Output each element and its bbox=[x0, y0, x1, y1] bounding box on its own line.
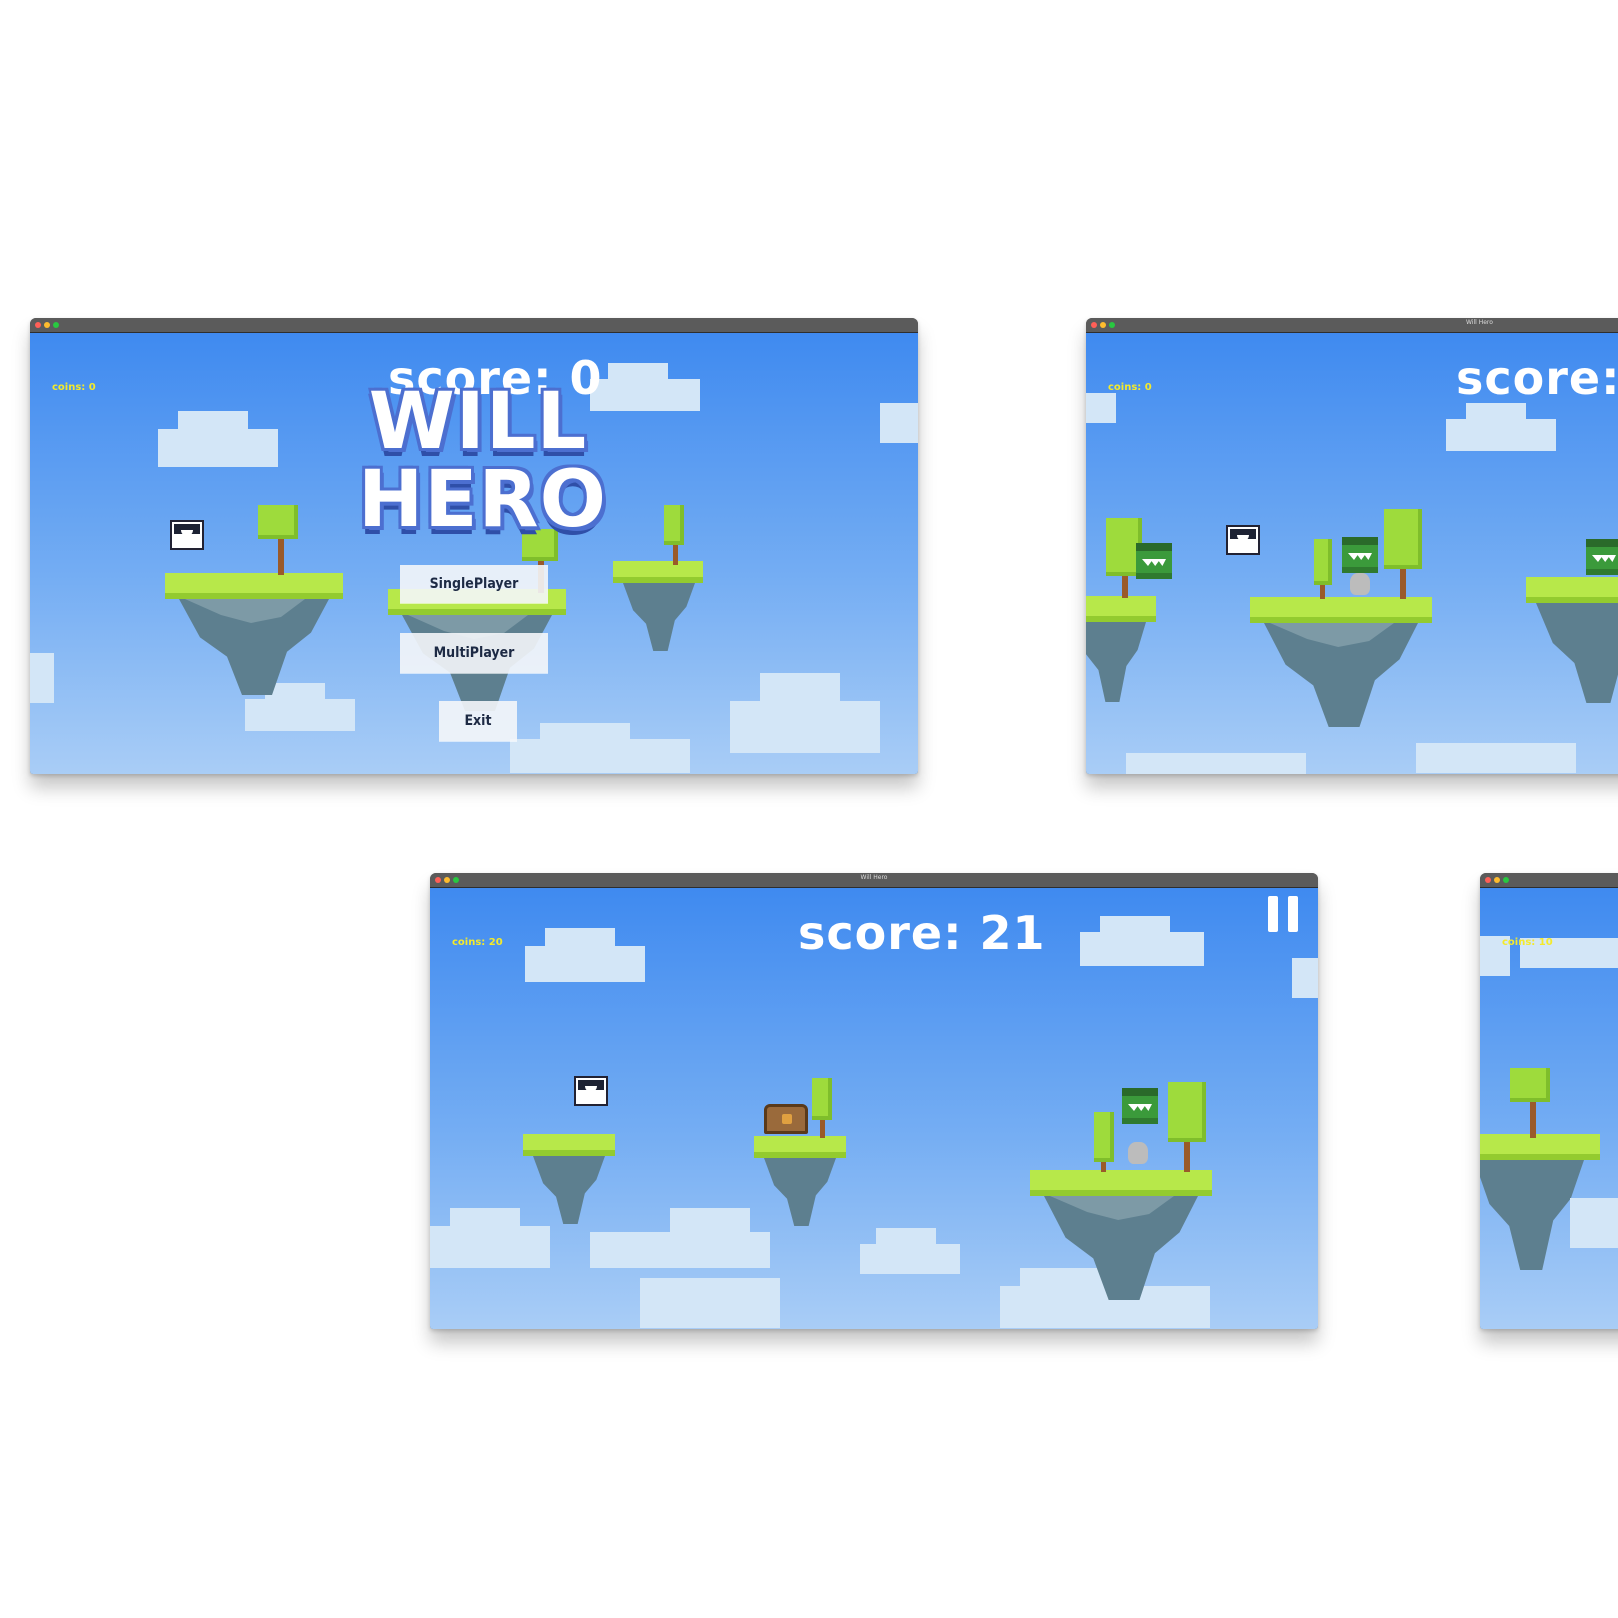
cloud-icon bbox=[525, 928, 645, 982]
cloud-icon bbox=[590, 363, 700, 411]
coins-counter: coins: 0 bbox=[1108, 382, 1152, 393]
score-display: score: 21 bbox=[798, 906, 1046, 960]
cloud-icon bbox=[1126, 743, 1306, 774]
minimize-icon[interactable] bbox=[1494, 877, 1500, 883]
cloud-icon bbox=[1292, 958, 1318, 998]
floating-island bbox=[613, 561, 703, 651]
close-icon[interactable] bbox=[35, 322, 41, 328]
coins-counter: coins: 0 bbox=[52, 382, 96, 393]
game-scene: coins: 10 bbox=[1480, 888, 1618, 1329]
tree-icon bbox=[812, 1078, 834, 1138]
coin-sack-icon bbox=[1128, 1142, 1148, 1164]
cloud-icon bbox=[880, 403, 918, 443]
game-window-c: coins: 10 bbox=[1480, 873, 1618, 1329]
title-bar: Will Hero bbox=[430, 873, 1318, 888]
singleplayer-button[interactable]: SinglePlayer bbox=[400, 565, 548, 603]
cloud-icon bbox=[1416, 733, 1576, 773]
window-title: Will Hero bbox=[860, 874, 888, 881]
cloud-icon bbox=[1446, 403, 1556, 451]
cloud-icon bbox=[640, 1268, 780, 1328]
floating-island bbox=[165, 573, 343, 695]
game-logo: WILL HERO bbox=[358, 377, 607, 545]
coin-sack-icon bbox=[1350, 573, 1370, 595]
tree-icon bbox=[1094, 1112, 1114, 1172]
floating-island bbox=[754, 1136, 846, 1226]
tree-icon bbox=[1314, 539, 1332, 599]
orc-icon bbox=[1342, 537, 1378, 573]
tree-icon bbox=[1168, 1082, 1210, 1172]
cloud-icon bbox=[1086, 393, 1116, 423]
game-scene: coins: 20 score: 21 bbox=[430, 888, 1318, 1329]
cloud-icon bbox=[590, 1208, 770, 1268]
close-icon[interactable] bbox=[1091, 322, 1097, 328]
floating-island bbox=[1030, 1170, 1212, 1300]
cloud-icon bbox=[30, 653, 54, 703]
floating-island bbox=[523, 1134, 615, 1224]
cloud-icon bbox=[510, 723, 690, 773]
menu-window: coins: 0 score: 0 WILL HERO SinglePlayer… bbox=[30, 318, 918, 774]
cloud-icon bbox=[730, 673, 880, 753]
game-window-b: Will Hero coins: 20 score: 21 bbox=[430, 873, 1318, 1329]
cloud-icon bbox=[1520, 928, 1618, 968]
window-title: Will Hero bbox=[1466, 319, 1493, 326]
cloud-icon bbox=[1080, 916, 1204, 966]
orc-icon bbox=[1586, 539, 1618, 575]
floating-island bbox=[1250, 597, 1432, 727]
game-scene: coins: 0 score: bbox=[1086, 333, 1618, 774]
title-bar: Will Hero bbox=[1086, 318, 1618, 333]
coins-counter: coins: 20 bbox=[452, 937, 503, 948]
pause-icon bbox=[1268, 896, 1278, 932]
game-scene: coins: 0 score: 0 WILL HERO SinglePlayer… bbox=[30, 333, 918, 774]
cloud-icon bbox=[860, 1228, 960, 1274]
orc-icon bbox=[1122, 1088, 1158, 1124]
coins-counter: coins: 10 bbox=[1502, 937, 1553, 948]
minimize-icon[interactable] bbox=[44, 322, 50, 328]
hero-icon bbox=[574, 1076, 608, 1106]
tree-icon bbox=[664, 505, 688, 565]
logo-line-1: WILL bbox=[368, 377, 588, 467]
multiplayer-button[interactable]: MultiPlayer bbox=[400, 633, 548, 673]
title-bar bbox=[1480, 873, 1618, 888]
score-display: score: bbox=[1456, 351, 1618, 405]
floating-island bbox=[1526, 577, 1618, 707]
maximize-icon[interactable] bbox=[53, 322, 59, 328]
title-bar bbox=[30, 318, 918, 333]
orc-icon bbox=[1136, 543, 1172, 579]
hero-icon bbox=[170, 520, 204, 550]
logo-line-2: HERO bbox=[358, 455, 607, 545]
cloud-icon bbox=[158, 411, 278, 467]
maximize-icon[interactable] bbox=[1503, 877, 1509, 883]
minimize-icon[interactable] bbox=[1100, 322, 1106, 328]
pause-button[interactable] bbox=[1268, 896, 1300, 932]
exit-button[interactable]: Exit bbox=[439, 701, 517, 741]
floating-island bbox=[1086, 596, 1156, 706]
tree-icon bbox=[1384, 509, 1426, 599]
close-icon[interactable] bbox=[1485, 877, 1491, 883]
game-window-a: Will Hero coins: 0 score: bbox=[1086, 318, 1618, 774]
tree-icon bbox=[1510, 1068, 1560, 1138]
chest-icon bbox=[764, 1104, 808, 1134]
hero-icon bbox=[1226, 525, 1260, 555]
maximize-icon[interactable] bbox=[1109, 322, 1115, 328]
tree-icon bbox=[258, 505, 308, 575]
cloud-icon bbox=[1570, 1188, 1618, 1248]
